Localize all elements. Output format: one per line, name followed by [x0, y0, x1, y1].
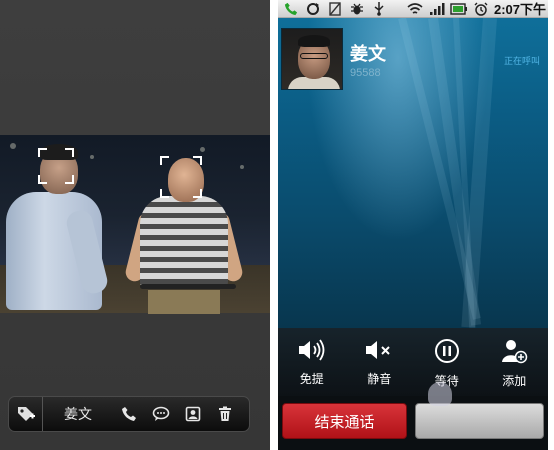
face-frame-right[interactable] [160, 156, 202, 198]
speaker-label: 免提 [299, 372, 324, 386]
tag-add-icon [17, 407, 35, 421]
call-screen: 2:07下午 姜文 95588 正在呼叫 免提 静音 等待 添加 结束通话 [278, 0, 548, 450]
bicycle-handlebar [140, 284, 236, 289]
call-background: 姜文 95588 正在呼叫 [278, 18, 548, 328]
mute-button[interactable]: 静音 [346, 328, 414, 396]
call-action-row: 免提 静音 等待 添加 [278, 328, 548, 396]
mute-label: 静音 [367, 372, 392, 386]
add-call-icon [502, 340, 528, 364]
caller-name: 姜文 [350, 44, 386, 65]
call-status: 正在呼叫 [503, 57, 540, 67]
usb-icon [368, 1, 390, 17]
delete-button[interactable] [209, 397, 241, 431]
alarm-icon [470, 1, 492, 17]
hold-icon [434, 339, 459, 363]
message-icon [152, 406, 170, 421]
tagged-name[interactable]: 姜文 [43, 404, 113, 424]
no-sim-icon [324, 1, 346, 17]
end-call-button[interactable]: 结束通话 [282, 403, 407, 439]
view-contact-button[interactable] [177, 397, 209, 431]
photo-viewer-panel: 姜文 [0, 0, 270, 450]
phone-icon [122, 407, 136, 421]
status-bar: 2:07下午 [278, 0, 548, 18]
wifi-icon [404, 1, 426, 17]
contact-card-icon [185, 406, 201, 422]
caller-number: 95588 [350, 67, 381, 79]
debug-icon [346, 1, 368, 17]
dialpad-button[interactable] [415, 403, 544, 439]
clock: 2:07下午 [493, 2, 546, 17]
speaker-icon [298, 339, 325, 361]
signal-icon [426, 1, 448, 17]
call-contact-button[interactable] [113, 397, 145, 431]
tag-add-button[interactable] [9, 397, 43, 431]
photo-action-bar: 姜文 [8, 396, 250, 432]
battery-icon [448, 1, 470, 17]
add-call-label: 添加 [502, 374, 527, 388]
sync-icon [302, 1, 324, 17]
trash-icon [219, 406, 231, 421]
speaker-button[interactable]: 免提 [278, 328, 346, 396]
person-right [140, 196, 228, 288]
mute-icon [366, 341, 390, 359]
watermark-ghost [428, 382, 452, 406]
caller-photo [281, 28, 343, 90]
message-contact-button[interactable] [145, 397, 177, 431]
add-call-button[interactable]: 添加 [481, 328, 549, 396]
end-call-row: 结束通话 [278, 396, 548, 450]
call-active-icon [280, 1, 302, 17]
face-frame-left[interactable] [38, 148, 74, 184]
